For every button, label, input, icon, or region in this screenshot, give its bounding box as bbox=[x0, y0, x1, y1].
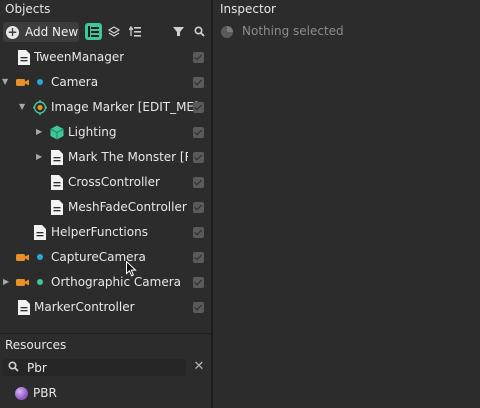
layers-icon bbox=[107, 25, 120, 37]
tree-row-label: Lighting bbox=[68, 125, 117, 139]
resources-search-box bbox=[3, 359, 186, 376]
tree-row-label: Image Marker [EDIT_ME] bbox=[51, 100, 199, 114]
nothing-selected-label: Nothing selected bbox=[242, 24, 344, 38]
tree-row-tweenmanager[interactable]: TweenManager bbox=[0, 45, 211, 70]
tree-row-orthographic-camera[interactable]: ▶ Orthographic Camera bbox=[0, 270, 211, 295]
tree-row-label: TweenManager bbox=[34, 50, 125, 64]
tree-row-meshfadecontroller[interactable]: MeshFadeController bbox=[0, 195, 211, 220]
objects-toolbar: + Add New bbox=[0, 21, 211, 43]
material-sphere-icon bbox=[15, 387, 28, 400]
camera-status-dot bbox=[37, 79, 43, 85]
visibility-checkbox[interactable] bbox=[193, 302, 204, 313]
tree-row-label: CrossController bbox=[68, 175, 160, 189]
plus-icon: + bbox=[6, 24, 19, 39]
filter-button[interactable] bbox=[170, 23, 187, 40]
camera-status-dot bbox=[37, 254, 43, 260]
tree-row-label: MarkerController bbox=[34, 300, 135, 314]
tree-row-lighting[interactable]: ▶ Lighting bbox=[0, 120, 211, 145]
camera-icon bbox=[16, 279, 29, 286]
tree-row-markercontroller[interactable]: MarkerController bbox=[0, 295, 211, 320]
tree-row-label: MeshFadeController bbox=[68, 200, 187, 214]
document-icon bbox=[51, 175, 63, 190]
search-icon bbox=[194, 26, 205, 37]
document-icon bbox=[51, 150, 63, 165]
tree-row-image-marker[interactable]: ▼ Image Marker [EDIT_ME] bbox=[0, 95, 211, 120]
expand-arrow-icon[interactable]: ▼ bbox=[2, 77, 11, 87]
camera-status-dot bbox=[37, 279, 43, 285]
tree-row-camera[interactable]: ▼ Camera bbox=[0, 70, 211, 95]
tree-row-mark-the-monster[interactable]: ▶ Mark The Monster [REPLACE_ME] bbox=[0, 145, 211, 170]
tree-row-label: HelperFunctions bbox=[51, 225, 148, 239]
collapsed-arrow-icon[interactable]: ▶ bbox=[36, 127, 45, 137]
visibility-checkbox[interactable] bbox=[193, 77, 204, 88]
tree-row-helperfunctions[interactable]: HelperFunctions bbox=[0, 220, 211, 245]
collapsed-arrow-icon[interactable]: ▶ bbox=[36, 152, 45, 162]
hierarchy-list-icon bbox=[88, 26, 99, 37]
tree-row-label: Orthographic Camera bbox=[51, 275, 181, 289]
inspector-panel: Inspector Nothing selected bbox=[213, 0, 480, 408]
add-new-button[interactable]: + Add New bbox=[3, 22, 79, 42]
document-icon bbox=[51, 200, 63, 215]
visibility-checkbox[interactable] bbox=[193, 277, 204, 288]
tree-row-label: Camera bbox=[51, 75, 99, 89]
hierarchy-view-button[interactable] bbox=[85, 23, 102, 40]
lighting-cube-icon bbox=[50, 125, 64, 140]
visibility-checkbox[interactable] bbox=[193, 177, 204, 188]
image-marker-icon bbox=[33, 100, 47, 115]
document-icon bbox=[34, 225, 46, 240]
expand-arrow-icon[interactable]: ▼ bbox=[19, 102, 28, 112]
add-new-label: Add New bbox=[25, 25, 79, 39]
resource-item-pbr[interactable]: PBR bbox=[15, 385, 195, 403]
resources-search-input[interactable] bbox=[27, 359, 177, 376]
tree-row-capturecamera[interactable]: CaptureCamera bbox=[0, 245, 211, 270]
tree-row-crosscontroller[interactable]: CrossController bbox=[0, 170, 211, 195]
search-icon bbox=[8, 361, 19, 372]
visibility-checkbox[interactable] bbox=[193, 52, 204, 63]
collapsed-arrow-icon[interactable]: ▶ bbox=[3, 277, 12, 287]
resource-item-label: PBR bbox=[33, 386, 57, 400]
search-button[interactable] bbox=[191, 23, 208, 40]
visibility-checkbox[interactable] bbox=[193, 152, 204, 163]
sort-list-icon bbox=[128, 26, 141, 37]
clear-search-button[interactable]: ✕ bbox=[193, 360, 205, 373]
document-icon bbox=[18, 50, 30, 65]
visibility-checkbox[interactable] bbox=[193, 252, 204, 263]
visibility-checkbox[interactable] bbox=[193, 102, 204, 113]
sort-button[interactable] bbox=[126, 23, 143, 40]
tree-row-label: Mark The Monster [REPLACE_ME] bbox=[68, 150, 188, 164]
objects-panel: Objects + Add New TweenManager ▼ Camera … bbox=[0, 0, 211, 408]
mouse-pointer-icon bbox=[126, 261, 137, 277]
objects-panel-title: Objects bbox=[5, 2, 51, 16]
pie-chart-icon bbox=[221, 26, 233, 38]
camera-icon bbox=[16, 254, 29, 261]
camera-icon bbox=[16, 79, 29, 86]
resources-panel-title: Resources bbox=[5, 338, 67, 352]
inspector-panel-title: Inspector bbox=[220, 2, 276, 16]
resources-divider bbox=[0, 333, 211, 334]
visibility-checkbox[interactable] bbox=[193, 202, 204, 213]
filter-icon bbox=[173, 27, 184, 36]
layers-button[interactable] bbox=[105, 23, 122, 40]
document-icon bbox=[18, 300, 30, 315]
visibility-checkbox[interactable] bbox=[193, 227, 204, 238]
visibility-checkbox[interactable] bbox=[193, 127, 204, 138]
